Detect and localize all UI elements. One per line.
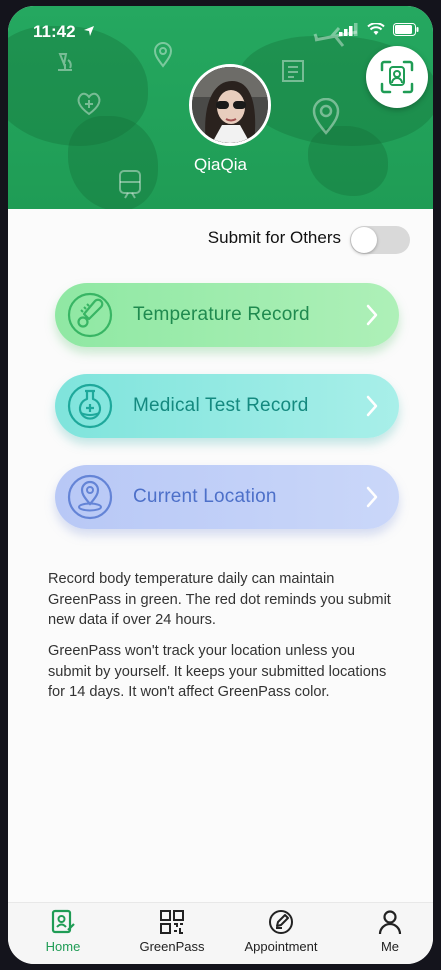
bottom-tab-bar: Home GreenPass Appointment Me bbox=[8, 902, 433, 964]
location-pin-icon bbox=[67, 474, 113, 520]
flask-icon bbox=[67, 383, 113, 429]
phone-screen: 11:42 QiaQia Submit for Others Temperatu… bbox=[8, 6, 433, 964]
avatar[interactable] bbox=[189, 64, 271, 146]
tab-appointment-label: Appointment bbox=[244, 939, 318, 954]
wifi-icon bbox=[367, 23, 385, 35]
qr-code-icon bbox=[160, 910, 184, 934]
thermometer-icon bbox=[67, 292, 113, 338]
tab-me[interactable]: Me bbox=[345, 909, 433, 954]
status-time: 11:42 bbox=[33, 22, 95, 42]
avatar-photo bbox=[192, 67, 268, 143]
submit-for-others-label: Submit for Others bbox=[207, 228, 341, 247]
toggle-knob bbox=[351, 227, 377, 253]
appointment-icon bbox=[269, 910, 293, 934]
medical-test-record-label: Medical Test Record bbox=[133, 395, 309, 416]
info-paragraph-location: GreenPass won't track your location unle… bbox=[48, 643, 387, 700]
battery-icon bbox=[393, 23, 419, 36]
tab-home[interactable]: Home bbox=[18, 909, 108, 954]
person-icon bbox=[378, 910, 402, 935]
home-record-icon bbox=[51, 909, 75, 934]
document-icon bbox=[282, 60, 304, 82]
tab-greenpass[interactable]: GreenPass bbox=[127, 909, 217, 954]
tab-appointment[interactable]: Appointment bbox=[236, 909, 326, 954]
chevron-right-icon bbox=[366, 395, 378, 417]
submit-for-others-row: Submit for Others bbox=[8, 224, 433, 254]
location-marker-icon bbox=[153, 42, 173, 68]
medical-test-record-button[interactable]: Medical Test Record bbox=[55, 374, 399, 438]
current-location-label: Current Location bbox=[133, 486, 277, 507]
profile-header: 11:42 QiaQia bbox=[8, 6, 433, 209]
submit-for-others-toggle[interactable] bbox=[350, 226, 410, 254]
face-scan-button[interactable] bbox=[366, 46, 428, 108]
info-paragraph-temperature: Record body temperature daily can mainta… bbox=[48, 571, 391, 628]
temperature-record-button[interactable]: Temperature Record bbox=[55, 283, 399, 347]
current-location-button[interactable]: Current Location bbox=[55, 465, 399, 529]
microscope-icon bbox=[58, 53, 72, 71]
temperature-record-label: Temperature Record bbox=[133, 304, 310, 325]
tab-home-label: Home bbox=[45, 939, 81, 954]
tab-me-label: Me bbox=[380, 939, 400, 954]
location-marker-icon bbox=[312, 98, 340, 135]
face-scan-icon bbox=[380, 60, 414, 94]
chevron-right-icon bbox=[366, 486, 378, 508]
heart-plus-icon bbox=[77, 92, 101, 116]
username: QiaQia bbox=[194, 155, 247, 174]
status-time-text: 11:42 bbox=[33, 22, 76, 41]
cellular-signal-icon bbox=[339, 23, 358, 36]
chevron-right-icon bbox=[366, 304, 378, 326]
tab-greenpass-label: GreenPass bbox=[139, 939, 205, 954]
location-arrow-icon bbox=[84, 26, 95, 36]
status-icons bbox=[339, 23, 419, 36]
